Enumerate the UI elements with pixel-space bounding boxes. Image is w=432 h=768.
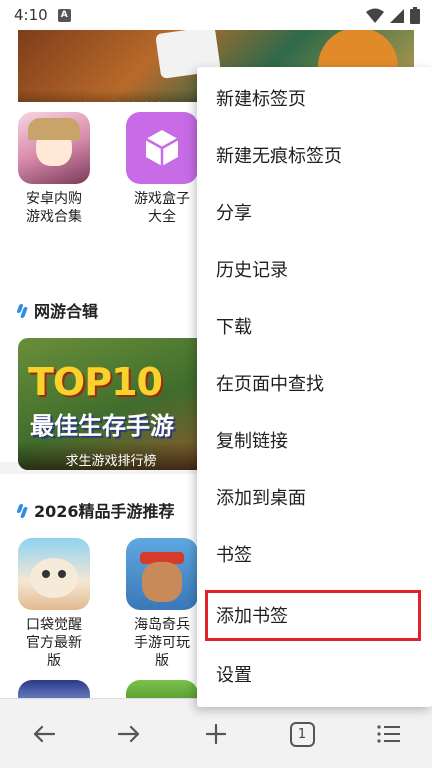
app-tile[interactable]: 口袋觉醒 官方最新版 <box>14 538 94 670</box>
app-label: 口袋觉醒 官方最新版 <box>26 617 82 669</box>
app-tile[interactable]: 海岛奇兵 手游可玩版 <box>122 538 202 670</box>
forward-button[interactable] <box>114 719 144 749</box>
menu-item-settings[interactable]: 设置 <box>197 643 432 700</box>
app-tile[interactable]: 安卓内购 游戏合集 <box>14 112 94 226</box>
app-label: 海岛奇兵 手游可玩版 <box>134 617 190 669</box>
app-label: 安卓内购 游戏合集 <box>26 191 82 225</box>
app-icon[interactable] <box>18 680 90 698</box>
tab-switcher-button[interactable]: 1 <box>287 719 317 749</box>
menu-item-new-tab[interactable]: 新建标签页 <box>197 67 432 124</box>
signal-icon <box>390 8 404 23</box>
bottom-toolbar: 1 <box>0 698 432 768</box>
status-bar: 4:10 A <box>0 0 432 30</box>
menu-item-add-to-home[interactable]: 添加到桌面 <box>197 466 432 523</box>
app-icon <box>126 538 198 610</box>
battery-icon <box>410 7 420 24</box>
cube-icon <box>145 130 179 166</box>
menu-item-history[interactable]: 历史记录 <box>197 238 432 295</box>
banner-subline: 最佳生存手游 <box>30 412 174 440</box>
menu-item-new-incognito-tab[interactable]: 新建无痕标签页 <box>197 124 432 181</box>
menu-item-share[interactable]: 分享 <box>197 181 432 238</box>
menu-item-downloads[interactable]: 下载 <box>197 295 432 352</box>
status-time: 4:10 <box>14 6 48 24</box>
tab-count: 1 <box>289 721 315 747</box>
menu-lines-icon <box>377 725 400 743</box>
app-icon <box>126 112 198 184</box>
new-tab-button[interactable] <box>201 719 231 749</box>
menu-item-copy-link[interactable]: 复制链接 <box>197 409 432 466</box>
back-button[interactable] <box>29 719 59 749</box>
section-mark-icon <box>18 502 26 518</box>
notification-app-icon: A <box>57 8 71 22</box>
status-icons <box>366 7 420 24</box>
app-icon <box>18 112 90 184</box>
overflow-menu: 新建标签页 新建无痕标签页 分享 历史记录 下载 在页面中查找 复制链接 添加到… <box>197 67 432 707</box>
wifi-icon <box>366 8 384 23</box>
section-title: 网游合辑 <box>18 298 98 322</box>
menu-button[interactable] <box>374 719 404 749</box>
menu-item-bookmarks[interactable]: 书签 <box>197 523 432 580</box>
forward-arrow-icon <box>118 725 140 743</box>
back-arrow-icon <box>33 725 55 743</box>
banner-headline: TOP10 <box>28 360 163 404</box>
plus-icon <box>206 724 226 744</box>
menu-item-add-bookmark[interactable]: 添加书签 <box>197 584 432 641</box>
app-icon[interactable] <box>126 680 198 698</box>
section-mark-icon <box>18 302 26 318</box>
app-tile[interactable]: 游戏盒子 大全 <box>122 112 202 226</box>
app-icon <box>18 538 90 610</box>
menu-item-find-in-page[interactable]: 在页面中查找 <box>197 352 432 409</box>
app-label: 游戏盒子 大全 <box>134 191 190 225</box>
section-title: 2026精品手游推荐 <box>18 498 175 522</box>
